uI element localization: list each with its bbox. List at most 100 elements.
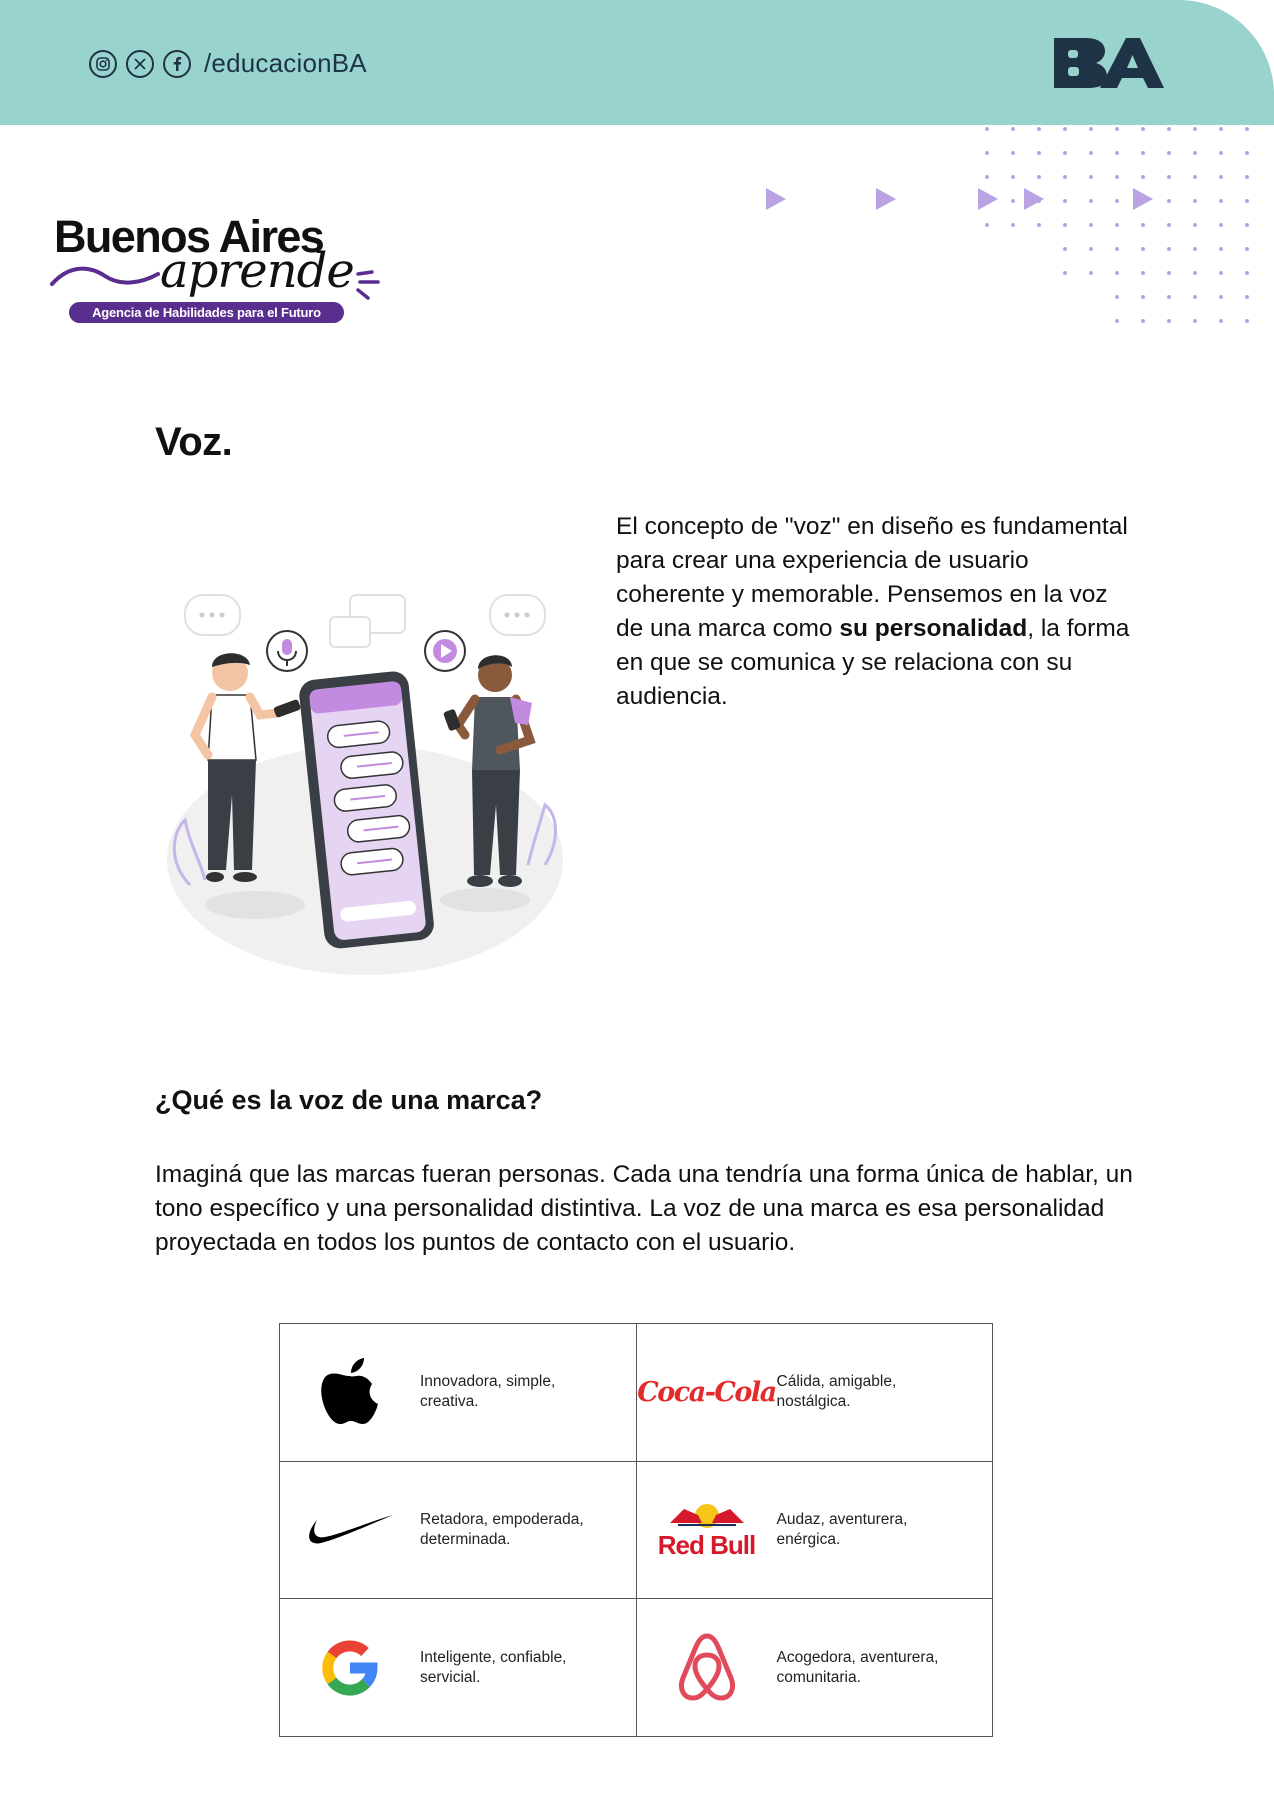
brand-description: Innovadora, simple, creativa. — [420, 1373, 556, 1411]
decorative-dot — [1245, 295, 1249, 299]
intro-emphasis: su personalidad — [839, 615, 1028, 642]
decorative-arrow — [766, 188, 786, 210]
decorative-dot — [1011, 175, 1015, 179]
decorative-dot — [1115, 247, 1119, 251]
decorative-dot — [1063, 127, 1067, 131]
table-row: Inteligente, confiable, servicial. Acoge… — [279, 1598, 993, 1737]
social-handle[interactable]: /educacionBA — [204, 48, 367, 79]
instagram-icon[interactable] — [89, 49, 117, 78]
decorative-dot — [1167, 175, 1171, 179]
body-paragraph: Imaginá que las marcas fueran personas. … — [155, 1161, 1133, 1256]
decorative-dot — [1089, 223, 1093, 227]
decorative-dot — [1011, 199, 1015, 203]
decorative-dot — [985, 175, 989, 179]
brand-cell-apple: Innovadora, simple, creativa. — [279, 1323, 637, 1462]
brand-description: Cálida, amigable, nostálgica. — [776, 1373, 897, 1411]
brand-cell-coca-cola: Coca-Cola Cálida, amigable, nostálgica. — [635, 1323, 993, 1462]
airbnb-logo — [637, 1632, 777, 1704]
decorative-dot — [1063, 175, 1067, 179]
decorative-dot — [1089, 175, 1093, 179]
red-bull-wordmark: Red Bull — [657, 1529, 756, 1560]
decorative-dot — [1167, 247, 1171, 251]
decorative-dot — [1219, 223, 1223, 227]
decorative-dot — [1063, 271, 1067, 275]
apple-logo — [280, 1356, 420, 1428]
decorative-dot — [985, 151, 989, 155]
facebook-icon[interactable] — [163, 49, 191, 78]
decorative-dot — [1219, 199, 1223, 203]
decorative-dot — [1219, 247, 1223, 251]
table-row: Retadora, empoderada, determinada. Red B… — [279, 1460, 993, 1600]
decorative-dot — [1167, 319, 1171, 323]
decorative-arrow — [876, 188, 896, 210]
decorative-dot — [985, 223, 989, 227]
logo-script: aprende — [160, 243, 355, 299]
decorative-dot — [1141, 223, 1145, 227]
decorative-dot — [1219, 319, 1223, 323]
decorative-dot — [1141, 271, 1145, 275]
brand-description: Retadora, empoderada, determinada. — [420, 1510, 584, 1548]
decorative-dot — [1219, 127, 1223, 131]
decorative-dot — [1167, 223, 1171, 227]
logo-spark — [356, 270, 380, 300]
decorative-dot — [1115, 199, 1119, 203]
brand-description: Audaz, aventurera, enérgica. — [776, 1510, 908, 1548]
social-links: /educacionBA — [89, 48, 367, 79]
decorative-dot — [1141, 175, 1145, 179]
logo-tagline: Agencia de Habilidades para el Futuro — [69, 302, 344, 323]
brand-voice-table: Innovadora, simple, creativa. Coca-Cola … — [279, 1323, 993, 1737]
decorative-dot — [1141, 151, 1145, 155]
coca-cola-logo: Coca-Cola — [637, 1377, 777, 1408]
table-row: Innovadora, simple, creativa. Coca-Cola … — [279, 1323, 993, 1462]
decorative-dot — [1011, 127, 1015, 131]
header-band: /educacionBA — [0, 0, 1274, 125]
decorative-dot — [1219, 271, 1223, 275]
decorative-dot — [1167, 271, 1171, 275]
brand-description: Inteligente, confiable, servicial. — [420, 1648, 567, 1686]
nike-logo — [280, 1512, 420, 1548]
decorative-dot — [1245, 319, 1249, 323]
section-heading: ¿Qué es la voz de una marca? — [155, 1085, 543, 1115]
decorative-dot — [1115, 295, 1119, 299]
decorative-dot — [1037, 175, 1041, 179]
decorative-dot — [1193, 247, 1197, 251]
decorative-dot — [1037, 127, 1041, 131]
decorative-dot — [1219, 295, 1223, 299]
decorative-dot — [1037, 151, 1041, 155]
decorative-dot — [1063, 223, 1067, 227]
decorative-dot — [1167, 151, 1171, 155]
decorative-dot — [1011, 151, 1015, 155]
decorative-dot — [1089, 151, 1093, 155]
red-bull-emblem — [669, 1503, 744, 1528]
decorative-dot — [1193, 151, 1197, 155]
decorative-dot — [1115, 223, 1119, 227]
voice-illustration — [167, 594, 563, 975]
decorative-dot — [1141, 319, 1145, 323]
decorative-dot — [1245, 151, 1249, 155]
google-logo — [280, 1636, 420, 1700]
decorative-dot — [1193, 319, 1197, 323]
decorative-dot — [1115, 175, 1119, 179]
decorative-dot — [1167, 199, 1171, 203]
brand-cell-red-bull: Red Bull Audaz, aventurera, enérgica. — [635, 1460, 993, 1600]
decorative-dot — [1089, 271, 1093, 275]
decorative-dot — [1141, 127, 1145, 131]
decorative-dot — [1193, 271, 1197, 275]
decorative-dot — [1245, 175, 1249, 179]
decorative-arrow — [1024, 188, 1044, 210]
red-bull-logo: Red Bull — [637, 1501, 777, 1559]
x-icon[interactable] — [126, 49, 154, 78]
decorative-dot — [1089, 247, 1093, 251]
decorative-dot — [1141, 295, 1145, 299]
decorative-arrow — [1133, 188, 1153, 210]
decorative-dot-grid — [985, 127, 1249, 323]
decorative-dot — [1063, 151, 1067, 155]
decorative-dot — [1063, 199, 1067, 203]
decorative-dot — [1089, 199, 1093, 203]
decorative-dot — [1245, 223, 1249, 227]
intro-paragraph: El concepto de "voz" en diseño es fundam… — [616, 510, 1136, 714]
decorative-dot — [1245, 271, 1249, 275]
decorative-dot — [1193, 175, 1197, 179]
decorative-dot — [1167, 127, 1171, 131]
decorative-dot — [1115, 151, 1119, 155]
